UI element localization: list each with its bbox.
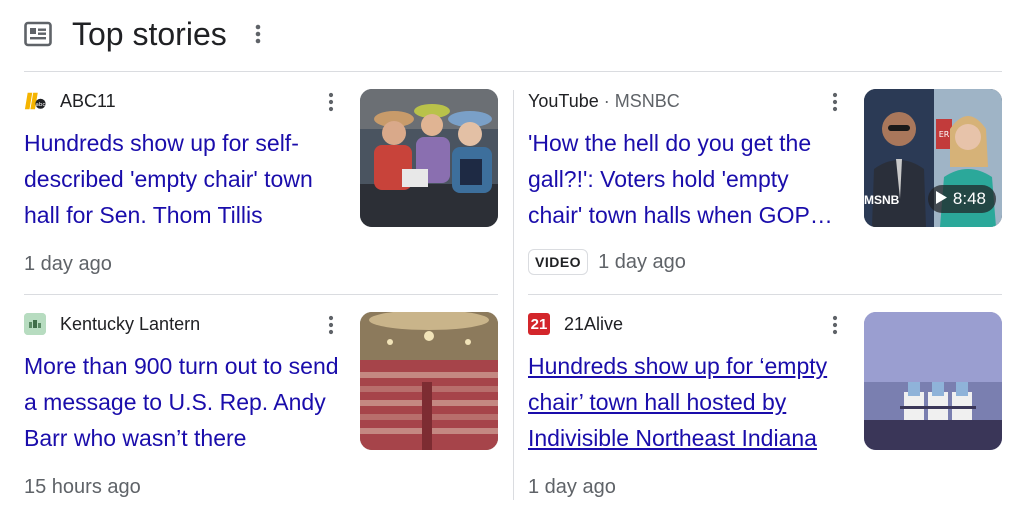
story-meta: 1 day ago <box>24 253 112 276</box>
video-badge: VIDEO <box>528 249 589 275</box>
source-name: ABC11 <box>60 90 116 111</box>
kentucky-lantern-logo-icon <box>24 313 46 335</box>
story-meta: VIDEO 1 day ago <box>528 249 686 275</box>
story-thumbnail[interactable] <box>360 312 498 450</box>
video-channel-watermark: MSNB <box>864 193 900 207</box>
abc11-logo-icon: abc <box>24 90 46 112</box>
story-headline-link[interactable]: More than 900 turn out to send a message… <box>24 348 340 456</box>
more-vert-icon[interactable] <box>326 314 336 336</box>
21alive-logo-text: 21 <box>530 315 548 333</box>
video-thumbnail[interactable]: ER MSNB 8:48 <box>864 89 1002 227</box>
video-duration-badge: 8:48 <box>927 185 996 213</box>
more-vert-icon[interactable] <box>253 22 263 46</box>
story-meta: 15 hours ago <box>24 476 141 499</box>
story-source: YouTube · MSNBC <box>528 89 680 113</box>
top-stories-header: Top stories <box>24 12 263 56</box>
video-duration: 8:48 <box>952 189 986 208</box>
row-divider-right <box>528 294 1002 295</box>
story-time: 1 day ago <box>598 250 686 273</box>
story-thumbnail[interactable] <box>864 312 1002 450</box>
story-thumbnail[interactable] <box>360 89 498 227</box>
story-source: Kentucky Lantern <box>24 312 200 336</box>
story-headline-link[interactable]: Hundreds show up for self-described 'emp… <box>24 125 340 233</box>
story-card[interactable]: YouTube · MSNBC 'How the hell do you get… <box>528 89 1002 289</box>
story-source: abc ABC11 <box>24 89 116 113</box>
21alive-logo-icon: 21 <box>528 313 550 335</box>
row-divider-left <box>24 294 498 295</box>
story-card[interactable]: Kentucky Lantern More than 900 turn out … <box>24 312 498 512</box>
story-card[interactable]: abc ABC11 Hundreds show up for self-desc… <box>24 89 498 289</box>
story-headline-link[interactable]: Hundreds show up for ‘empty chair’ town … <box>528 348 844 456</box>
column-divider <box>513 90 514 500</box>
source-name: 21Alive <box>564 313 624 334</box>
section-title: Top stories <box>72 15 227 52</box>
story-headline-link[interactable]: 'How the hell do you get the gall?!': Vo… <box>528 125 844 233</box>
source-name: YouTube · MSNBC <box>528 90 680 111</box>
svg-text:abc: abc <box>36 102 46 108</box>
story-card[interactable]: 21 21Alive Hundreds show up for ‘empty c… <box>528 312 1002 512</box>
more-vert-icon[interactable] <box>830 91 840 113</box>
news-icon <box>24 20 52 48</box>
play-icon <box>935 189 947 209</box>
svg-text:ER: ER <box>939 130 950 139</box>
story-source: 21 21Alive <box>528 312 623 336</box>
story-meta: 1 day ago <box>528 476 616 499</box>
header-divider <box>24 71 1002 72</box>
story-time: 15 hours ago <box>24 476 141 498</box>
source-name: Kentucky Lantern <box>60 313 201 334</box>
story-time: 1 day ago <box>24 253 112 275</box>
story-time: 1 day ago <box>528 476 616 498</box>
more-vert-icon[interactable] <box>830 314 840 336</box>
more-vert-icon[interactable] <box>326 91 336 113</box>
